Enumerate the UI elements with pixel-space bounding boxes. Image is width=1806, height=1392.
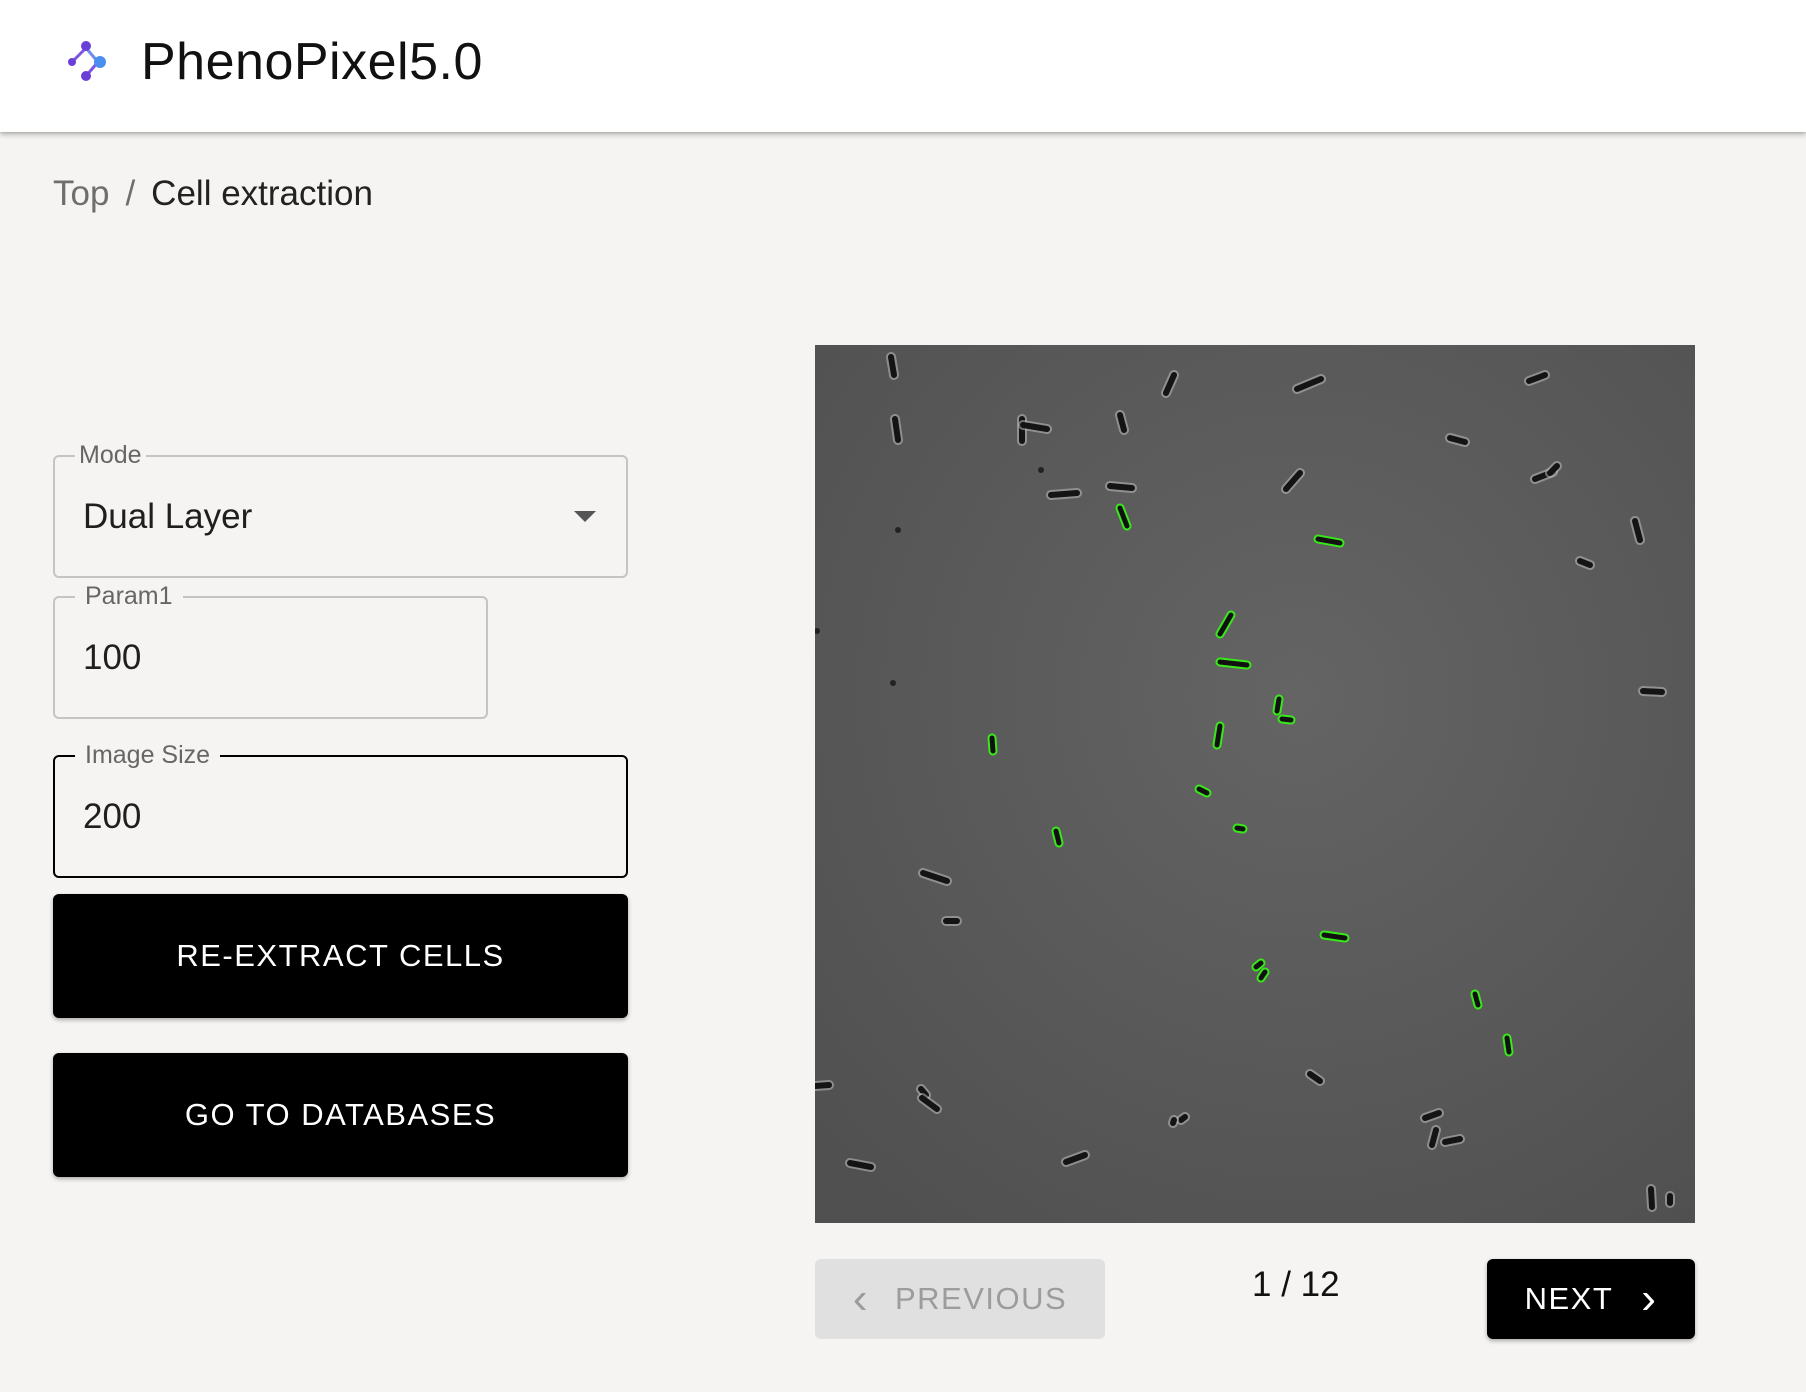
bacterium-cell	[1640, 688, 1665, 695]
bacterium-cell	[1020, 422, 1050, 432]
mode-value: Dual Layer	[83, 496, 253, 536]
image-size-field[interactable]: Image Size 200	[53, 740, 628, 878]
bacterium-cell	[1170, 1117, 1177, 1126]
image-size-value[interactable]: 200	[83, 757, 141, 876]
bacterium-cell	[1214, 723, 1223, 748]
app-bar: PhenoPixel5.0	[0, 0, 1806, 132]
debris-speck	[890, 680, 896, 686]
bacterium-cell	[888, 354, 897, 378]
previous-button[interactable]: ‹ PREVIOUS	[815, 1259, 1105, 1339]
page-indicator: 1 / 12	[1252, 1265, 1340, 1304]
debris-speck	[895, 527, 901, 533]
mode-select[interactable]: Mode Dual Layer	[53, 440, 628, 578]
previous-label: PREVIOUS	[894, 1281, 1068, 1316]
app-title: PhenoPixel5.0	[141, 33, 483, 91]
breadcrumb-top-link[interactable]: Top	[53, 174, 109, 213]
cell-image-viewer	[815, 345, 1695, 1223]
bacterium-cell	[847, 1160, 874, 1170]
bacterium-cell	[1447, 435, 1468, 445]
bacterium-cell	[1504, 1035, 1512, 1055]
bacterium-cell	[1577, 558, 1593, 568]
go-to-databases-button[interactable]: GO TO DATABASES	[53, 1053, 628, 1177]
bacterium-cell	[1321, 932, 1348, 941]
bacterium-cell	[815, 1082, 832, 1089]
bacterium-cell	[1048, 490, 1080, 498]
bacterium-cell	[1442, 1136, 1463, 1145]
bacterium-cell	[1053, 828, 1062, 846]
bacterium-cell	[1429, 1127, 1439, 1148]
re-extract-cells-button[interactable]: RE-EXTRACT CELLS	[53, 894, 628, 1018]
molecule-logo-icon	[68, 41, 106, 81]
breadcrumb-separator: /	[125, 174, 136, 213]
bacterium-cell	[1107, 483, 1135, 491]
bacterium-cell	[989, 735, 996, 754]
next-label: NEXT	[1524, 1281, 1614, 1316]
chevron-right-icon: ›	[1641, 1274, 1658, 1323]
param1-value[interactable]: 100	[83, 598, 141, 717]
breadcrumb-current: Cell extraction	[151, 174, 373, 213]
breadcrumb: Top / Cell extraction	[53, 172, 373, 216]
bacterium-cell	[1472, 991, 1481, 1008]
bacterium-cell	[1279, 716, 1294, 723]
chevron-down-icon[interactable]	[574, 511, 596, 522]
bacterium-cell	[1234, 825, 1246, 832]
bacterium-cell	[892, 416, 901, 443]
bacterium-cell	[1258, 969, 1268, 981]
bacterium-cell	[1274, 696, 1282, 714]
next-button[interactable]: NEXT ›	[1487, 1259, 1695, 1339]
bacterium-cell	[1117, 412, 1127, 433]
bacterium-cell	[1217, 659, 1250, 668]
microscopy-image	[815, 345, 1695, 1223]
bacterium-cell	[1253, 960, 1264, 970]
chevron-left-icon: ‹	[852, 1274, 869, 1323]
debris-speck	[1038, 467, 1044, 473]
param1-field[interactable]: Param1 100	[53, 581, 488, 719]
bacterium-cell	[1648, 1186, 1655, 1210]
bacterium-cell	[1178, 1114, 1188, 1123]
